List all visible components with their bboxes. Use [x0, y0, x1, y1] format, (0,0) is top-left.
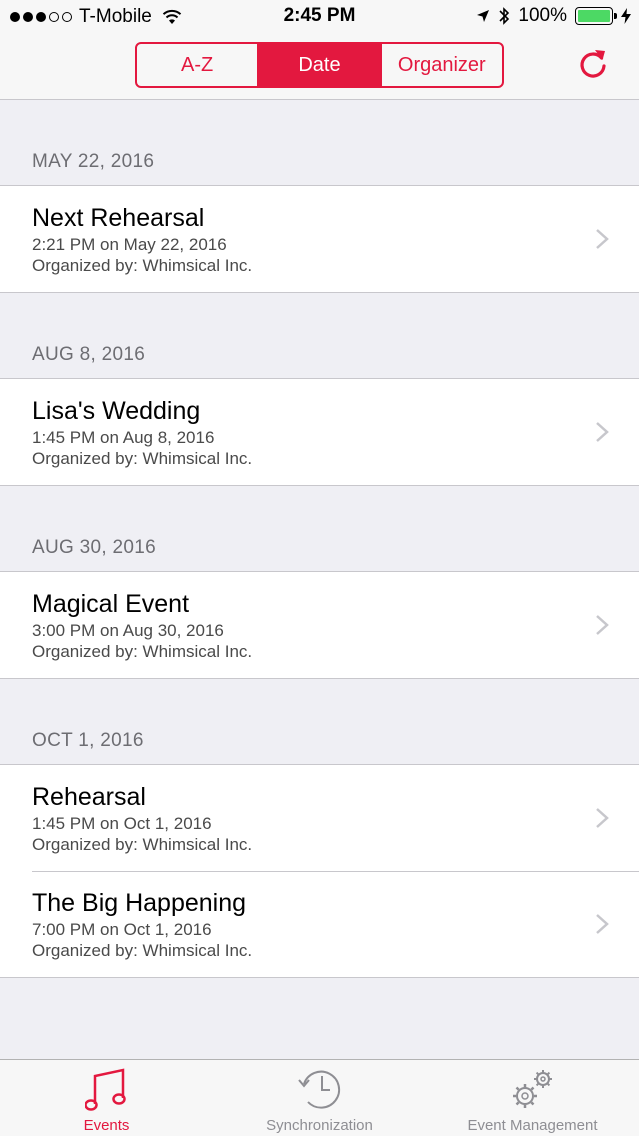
event-title: Next Rehearsal — [32, 204, 205, 232]
battery-percent: 100% — [518, 5, 567, 26]
tab-bar: Events Synchronization Event Management — [0, 1059, 639, 1136]
chevron-right-icon — [596, 229, 609, 249]
charging-bolt-icon — [621, 8, 631, 24]
event-title: Rehearsal — [32, 783, 146, 811]
section-body: Rehearsal 1:45 PM on Oct 1, 2016 Organiz… — [0, 764, 639, 978]
chevron-right-icon — [596, 615, 609, 635]
gears-icon — [512, 1070, 552, 1108]
tab-label: Synchronization — [266, 1117, 373, 1134]
segment-a-z[interactable]: A-Z — [137, 44, 260, 86]
event-time: 1:45 PM on Oct 1, 2016 — [32, 814, 212, 833]
event-row[interactable]: Magical Event 3:00 PM on Aug 30, 2016 Or… — [0, 572, 639, 678]
event-organizer: Organized by: Whimsical Inc. — [32, 835, 253, 854]
section-aug-8: AUG 8, 2016 Lisa's Wedding 1:45 PM on Au… — [0, 293, 639, 486]
event-organizer: Organized by: Whimsical Inc. — [32, 449, 253, 468]
status-right: 100% — [476, 5, 631, 27]
section-date: AUG 30, 2016 — [32, 537, 157, 558]
section-body: Magical Event 3:00 PM on Aug 30, 2016 Or… — [0, 571, 639, 679]
event-organizer: Organized by: Whimsical Inc. — [32, 642, 253, 661]
status-bar: T-Mobile 2:45 PM 100% — [0, 0, 639, 34]
nav-bar: A-Z Date Organizer — [0, 34, 639, 100]
sort-segmented-control: A-Z Date Organizer — [135, 42, 504, 88]
tab-label: Event Management — [467, 1117, 598, 1134]
event-time: 2:21 PM on May 22, 2016 — [32, 235, 227, 254]
section-header: MAY 22, 2016 — [0, 100, 639, 185]
event-row[interactable]: Next Rehearsal 2:21 PM on May 22, 2016 O… — [0, 186, 639, 292]
section-oct-1: OCT 1, 2016 Rehearsal 1:45 PM on Oct 1, … — [0, 679, 639, 978]
section-may-22: MAY 22, 2016 Next Rehearsal 2:21 PM on M… — [0, 100, 639, 293]
section-date: MAY 22, 2016 — [32, 151, 155, 172]
music-note-icon — [84, 1068, 126, 1111]
chevron-right-icon — [596, 808, 609, 828]
segment-date[interactable]: Date — [259, 44, 382, 86]
event-organizer: Organized by: Whimsical Inc. — [32, 941, 253, 960]
event-title: Lisa's Wedding — [32, 397, 201, 425]
location-arrow-icon — [477, 10, 490, 22]
event-row[interactable]: Rehearsal 1:45 PM on Oct 1, 2016 Organiz… — [0, 765, 639, 871]
segment-organizer[interactable]: Organizer — [382, 44, 502, 86]
chevron-right-icon — [596, 422, 609, 442]
event-organizer: Organized by: Whimsical Inc. — [32, 256, 253, 275]
event-row[interactable]: The Big Happening 7:00 PM on Oct 1, 2016… — [0, 871, 639, 977]
section-date: AUG 8, 2016 — [32, 344, 146, 365]
event-row[interactable]: Lisa's Wedding 1:45 PM on Aug 8, 2016 Or… — [0, 379, 639, 485]
event-title: The Big Happening — [32, 889, 247, 917]
section-header: AUG 8, 2016 — [0, 293, 639, 378]
tab-event-management[interactable]: Event Management — [426, 1060, 639, 1136]
bluetooth-icon — [499, 7, 510, 25]
refresh-icon[interactable] — [575, 46, 611, 82]
event-time: 7:00 PM on Oct 1, 2016 — [32, 920, 212, 939]
events-list: MAY 22, 2016 Next Rehearsal 2:21 PM on M… — [0, 100, 639, 978]
section-header: OCT 1, 2016 — [0, 679, 639, 764]
clock-sync-icon — [297, 1070, 340, 1109]
tab-synchronization[interactable]: Synchronization — [213, 1060, 426, 1136]
event-time: 1:45 PM on Aug 8, 2016 — [32, 428, 215, 447]
section-aug-30: AUG 30, 2016 Magical Event 3:00 PM on Au… — [0, 486, 639, 679]
section-date: OCT 1, 2016 — [32, 730, 144, 751]
chevron-right-icon — [596, 914, 609, 934]
section-body: Lisa's Wedding 1:45 PM on Aug 8, 2016 Or… — [0, 378, 639, 486]
tab-events[interactable]: Events — [0, 1060, 213, 1136]
event-title: Magical Event — [32, 590, 190, 618]
section-body: Next Rehearsal 2:21 PM on May 22, 2016 O… — [0, 185, 639, 293]
tab-label: Events — [83, 1117, 130, 1134]
event-time: 3:00 PM on Aug 30, 2016 — [32, 621, 224, 640]
battery-icon — [575, 7, 617, 25]
section-header: AUG 30, 2016 — [0, 486, 639, 571]
